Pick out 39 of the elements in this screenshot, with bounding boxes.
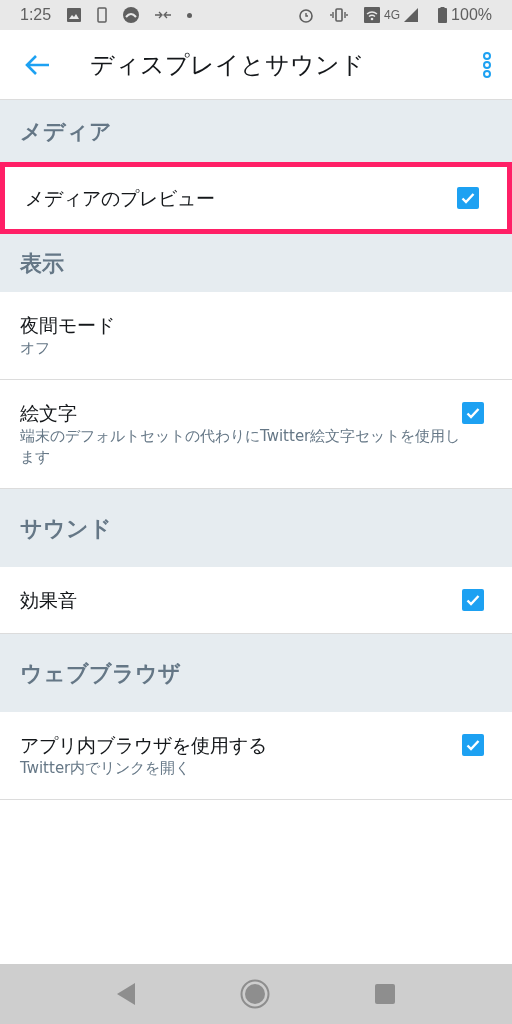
- section-header: 表示: [20, 249, 64, 278]
- arrows-icon: [155, 10, 172, 20]
- checkbox[interactable]: [457, 187, 479, 209]
- battery-icon: [438, 7, 448, 23]
- alarm-icon: [298, 7, 315, 23]
- dot-icon: [187, 12, 193, 18]
- row-title: 絵文字: [20, 401, 78, 426]
- checkbox[interactable]: [462, 402, 484, 424]
- row-subtitle: 端末のデフォルトセットの代わりにTwitter絵文字セットを使用します: [20, 426, 462, 468]
- checkmark-icon: [465, 405, 481, 421]
- image-icon: [67, 8, 82, 22]
- checkmark-icon: [465, 592, 481, 608]
- back-icon[interactable]: [116, 983, 135, 1005]
- row-title: メディアのプレビュー: [25, 186, 216, 211]
- row-subtitle: オフ: [20, 338, 51, 359]
- section-header: メディア: [20, 117, 112, 146]
- row-subtitle: Twitter内でリンクを開く: [20, 758, 192, 779]
- checkmark-icon: [465, 737, 481, 753]
- row-title: アプリ内ブラウザを使用する: [20, 733, 268, 758]
- checkmark-icon: [460, 190, 476, 206]
- network-type: 4G: [384, 7, 401, 24]
- checkbox[interactable]: [462, 589, 484, 611]
- section-header: サウンド: [20, 514, 112, 543]
- row-title: 夜間モード: [20, 313, 116, 338]
- phone-icon: [97, 7, 108, 23]
- settings-row[interactable]: メディアのプレビュー: [0, 162, 512, 234]
- screen-title: ディスプレイとサウンド: [90, 49, 366, 81]
- circle-icon: [123, 7, 140, 23]
- status-time: 1:25: [20, 5, 52, 25]
- home-icon[interactable]: [240, 979, 270, 1009]
- section-header: ウェブブラウザ: [20, 659, 181, 688]
- checkbox[interactable]: [462, 734, 484, 756]
- wifi-icon: [364, 7, 381, 23]
- battery-level: 100%: [451, 5, 492, 25]
- back-arrow-icon[interactable]: [24, 53, 50, 76]
- more-options-icon[interactable]: [482, 51, 492, 78]
- recents-icon[interactable]: [375, 984, 396, 1004]
- vibrate-icon: [330, 8, 349, 22]
- row-title: 効果音: [20, 588, 78, 613]
